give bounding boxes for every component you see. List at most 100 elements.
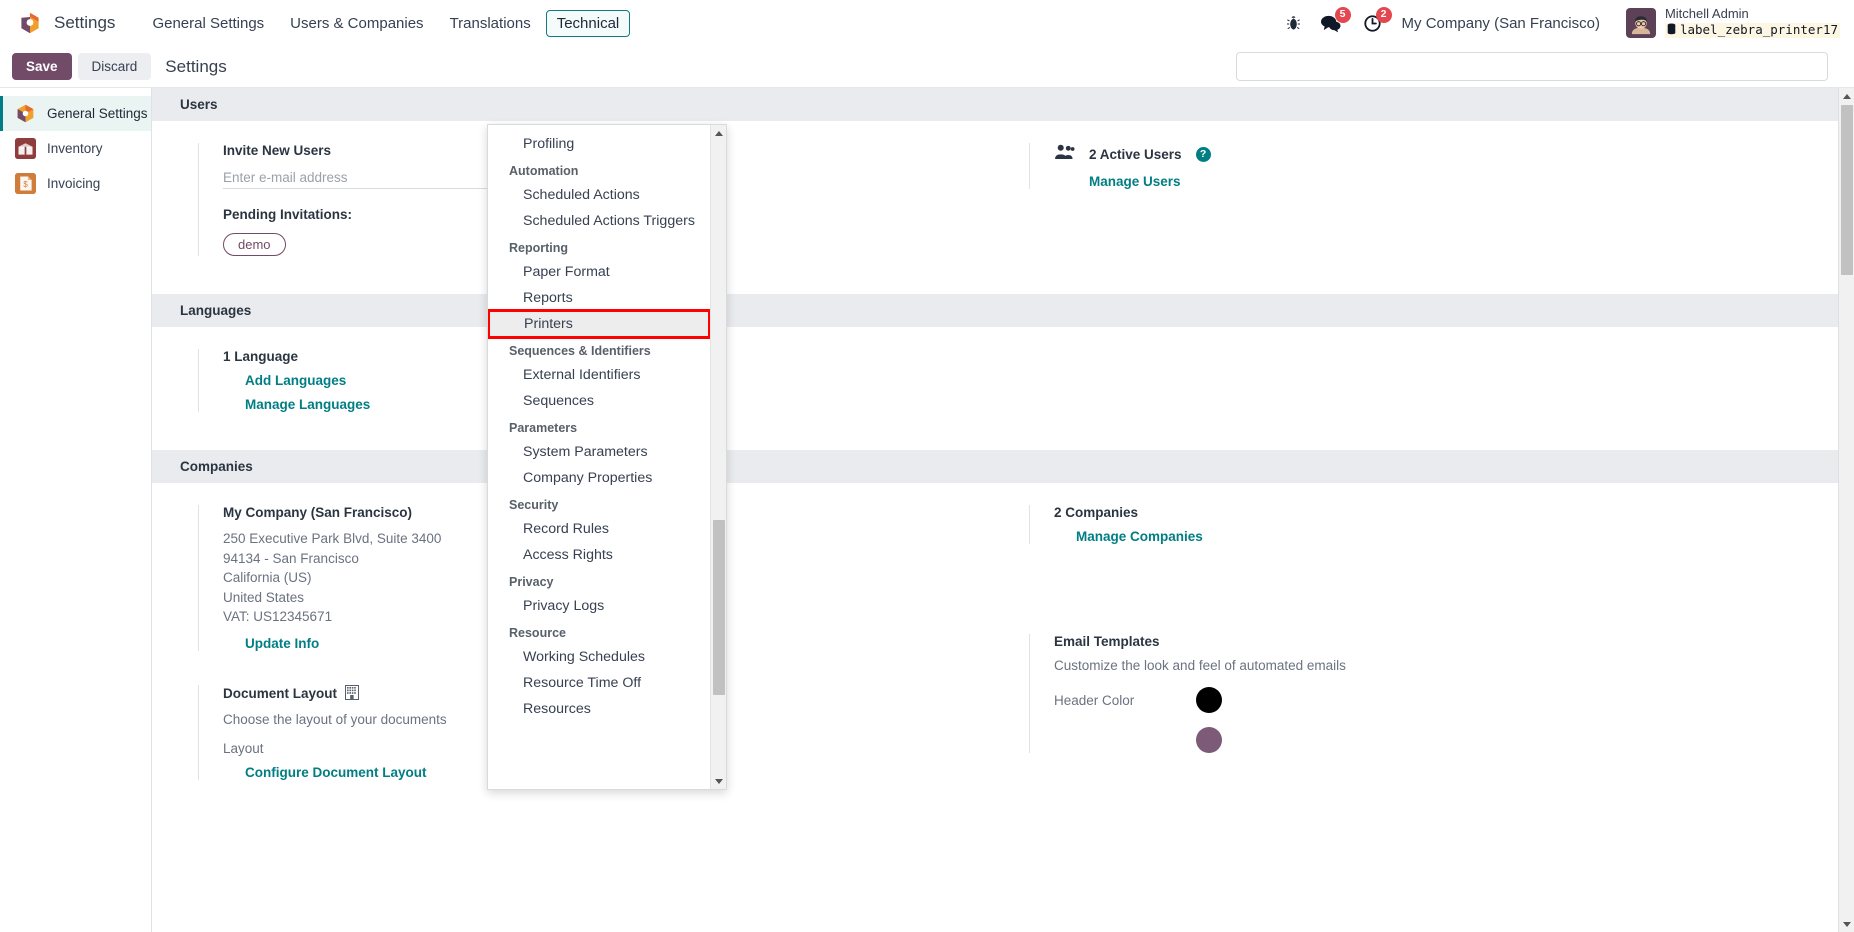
languages-section-columns: 1 Language Add Languages Manage Language… [152, 327, 1854, 450]
dropdown-item-reports[interactable]: Reports [488, 285, 710, 311]
dropdown-group-header: Automation [509, 164, 579, 178]
dropdown-item-scheduled-actions[interactable]: Scheduled Actions [488, 182, 710, 208]
building-icon [345, 684, 360, 703]
dropdown-scroll-down-arrow[interactable] [711, 773, 726, 789]
dropdown-item-paper-format[interactable]: Paper Format [488, 259, 710, 285]
dropdown-scroll-up-arrow[interactable] [711, 125, 726, 141]
header-color-row: Header Color [1054, 687, 1828, 713]
dropdown-scrollbar-thumb[interactable] [713, 520, 725, 695]
dropdown-item-sequences[interactable]: Sequences [488, 388, 710, 414]
nav-item-translations[interactable]: Translations [439, 10, 542, 37]
dropdown-item-printers[interactable]: Printers [488, 309, 710, 339]
dropdown-item-profiling[interactable]: Profiling [488, 131, 710, 157]
settings-content: Users Invite New Users Pending Invitatio… [152, 88, 1854, 932]
bug-icon[interactable] [1285, 15, 1302, 32]
document-layout-label: Document Layout [223, 686, 338, 702]
dropdown-item-access-rights[interactable]: Access Rights [488, 542, 710, 568]
sidebar-item-general-settings[interactable]: General Settings [0, 96, 151, 131]
sidebar-item-inventory[interactable]: Inventory [0, 131, 151, 166]
second-color-swatch[interactable] [1196, 727, 1222, 753]
technical-dropdown-menu: Profiling Automation Scheduled Actions Sche… [487, 124, 727, 790]
users-group-icon [1054, 143, 1075, 165]
avatar [1625, 8, 1656, 38]
header-color-swatch[interactable] [1196, 687, 1222, 713]
database-name: label_zebra_printer17 [1679, 22, 1838, 38]
inventory-box-icon [15, 138, 36, 159]
second-color-row [1054, 727, 1828, 753]
messages-icon[interactable]: 5 [1320, 6, 1351, 33]
companies-count: 2 Companies [1054, 505, 1139, 520]
control-panel: Save Discard Settings [0, 46, 1854, 88]
active-users-row: 2 Active Users ? [1054, 143, 1828, 165]
app-brand-title: Settings [54, 13, 116, 32]
top-navbar: Settings General Settings Users & Compan… [0, 0, 1854, 46]
scroll-up-arrow[interactable] [1839, 88, 1854, 104]
section-heading-languages: Languages [152, 294, 1854, 327]
manage-companies-link[interactable]: Manage Companies [1076, 529, 1828, 544]
dropdown-item-company-properties[interactable]: Company Properties [488, 465, 710, 491]
company-switcher[interactable]: My Company (San Francisco) [1402, 15, 1600, 32]
discard-button[interactable]: Discard [77, 53, 152, 80]
dropdown-group-header: Parameters [509, 421, 578, 435]
messages-badge: 5 [1334, 6, 1351, 23]
svg-text:$: $ [23, 180, 28, 189]
companies-right-column: 2 Companies Manage Companies Email Templ… [1003, 483, 1854, 818]
odoo-logo-icon[interactable] [18, 11, 42, 35]
scroll-down-arrow[interactable] [1839, 916, 1854, 932]
save-button[interactable]: Save [12, 53, 72, 80]
dropdown-item-resource-time-off[interactable]: Resource Time Off [488, 670, 710, 696]
sidebar-item-label: Inventory [47, 141, 103, 156]
dropdown-group-header: Reporting [509, 241, 569, 255]
email-templates-subtitle: Customize the look and feel of automated… [1054, 658, 1346, 673]
section-heading-users: Users [152, 88, 1854, 121]
activities-clock-icon[interactable]: 2 [1363, 6, 1392, 33]
database-icon [1667, 23, 1676, 38]
dropdown-item-privacy-logs[interactable]: Privacy Logs [488, 593, 710, 619]
sidebar-item-label: General Settings [47, 106, 148, 121]
users-right-column: 2 Active Users ? Manage Users [1003, 121, 1854, 294]
email-templates-title: Email Templates [1054, 634, 1160, 649]
app-body: General Settings Inventory $ Invoicing U… [0, 88, 1854, 932]
help-icon[interactable]: ? [1195, 146, 1211, 162]
dropdown-group-header: Security [509, 498, 559, 512]
manage-users-link[interactable]: Manage Users [1089, 174, 1828, 189]
content-scrollbar[interactable] [1838, 88, 1854, 932]
search-input[interactable] [1236, 52, 1828, 81]
dropdown-item-record-rules[interactable]: Record Rules [488, 516, 710, 542]
dropdown-scrollport: Profiling Automation Scheduled Actions Sche… [488, 125, 710, 789]
invoicing-document-icon: $ [15, 173, 36, 194]
breadcrumb: Settings [165, 56, 227, 76]
dropdown-item-external-identifiers[interactable]: External Identifiers [488, 362, 710, 388]
settings-gear-icon [15, 103, 36, 124]
user-meta: Mitchell Admin label_zebra_printer17 [1664, 5, 1840, 40]
user-menu[interactable]: Mitchell Admin label_zebra_printer17 [1625, 5, 1840, 40]
nav-item-users-companies[interactable]: Users & Companies [279, 10, 434, 37]
user-name: Mitchell Admin [1664, 5, 1749, 21]
languages-right-column [1003, 327, 1854, 450]
dropdown-item-working-schedules[interactable]: Working Schedules [488, 644, 710, 670]
dropdown-scrollbar[interactable] [710, 125, 726, 789]
navbar-right-tools: 5 2 My Company (San Francisco) Mitchell … [1285, 5, 1840, 40]
activities-badge: 2 [1375, 6, 1392, 23]
dropdown-item-system-parameters[interactable]: System Parameters [488, 439, 710, 465]
navbar-menu: General Settings Users & Companies Trans… [141, 9, 631, 37]
dropdown-group-header: Sequences & Identifiers [509, 344, 651, 358]
sidebar-item-invoicing[interactable]: $ Invoicing [0, 166, 151, 201]
search-field[interactable] [1245, 58, 1819, 75]
dropdown-item-resources[interactable]: Resources [488, 696, 710, 722]
active-users-count: 2 Active Users [1089, 146, 1182, 162]
nav-item-general-settings[interactable]: General Settings [141, 10, 275, 37]
pending-invitation-chip[interactable]: demo [223, 233, 286, 256]
active-users-box: 2 Active Users ? Manage Users [1029, 143, 1828, 189]
nav-item-technical[interactable]: Technical [545, 9, 631, 37]
dropdown-group-header: Privacy [509, 575, 554, 589]
companies-section-columns: My Company (San Francisco) 250 Executive… [152, 483, 1854, 818]
invite-email-input[interactable] [223, 167, 523, 189]
header-color-label: Header Color [1054, 692, 1135, 708]
dropdown-item-scheduled-actions-triggers[interactable]: Scheduled Actions Triggers [488, 208, 710, 234]
dropdown-items: Profiling Automation Scheduled Actions Sche… [488, 125, 710, 728]
sidebar-item-label: Invoicing [47, 176, 101, 191]
users-section-columns: Invite New Users Pending Invitations: de… [152, 121, 1854, 294]
content-scrollbar-thumb[interactable] [1841, 105, 1853, 275]
email-templates-box: Email Templates Customize the look and f… [1029, 634, 1828, 753]
